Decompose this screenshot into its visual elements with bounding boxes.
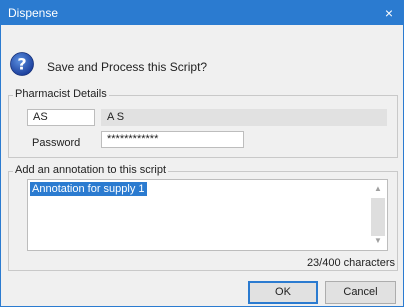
confirm-prompt: Save and Process this Script? xyxy=(47,60,208,74)
dispense-dialog: Dispense × ? Save and Process this Scrip… xyxy=(0,0,404,307)
annotation-text: Annotation for supply 1 xyxy=(30,182,147,196)
annotation-group-label: Add an annotation to this script xyxy=(13,164,169,176)
character-count: 23/400 characters xyxy=(306,257,395,269)
annotation-scrollbar[interactable]: ▲ ▼ xyxy=(370,181,386,249)
cancel-button[interactable]: Cancel xyxy=(325,281,396,304)
question-icon: ? xyxy=(10,52,34,76)
scroll-up-icon[interactable]: ▲ xyxy=(370,181,386,197)
pharmacist-initials-field[interactable]: AS xyxy=(27,109,95,126)
annotation-textarea[interactable]: Annotation for supply 1 ▲ ▼ xyxy=(27,179,388,251)
password-label: Password xyxy=(32,137,81,149)
ok-button[interactable]: OK xyxy=(248,281,318,304)
title-bar[interactable]: Dispense × xyxy=(1,1,403,25)
scroll-down-icon[interactable]: ▼ xyxy=(370,233,386,249)
scroll-thumb[interactable] xyxy=(371,198,385,236)
password-field[interactable]: ************ xyxy=(101,131,244,148)
close-button[interactable]: × xyxy=(375,1,403,25)
svg-text:?: ? xyxy=(17,55,26,74)
pharmacist-name-field: A S xyxy=(101,109,387,126)
pharmacist-details-label: Pharmacist Details xyxy=(13,88,109,100)
dialog-title: Dispense xyxy=(8,6,59,20)
